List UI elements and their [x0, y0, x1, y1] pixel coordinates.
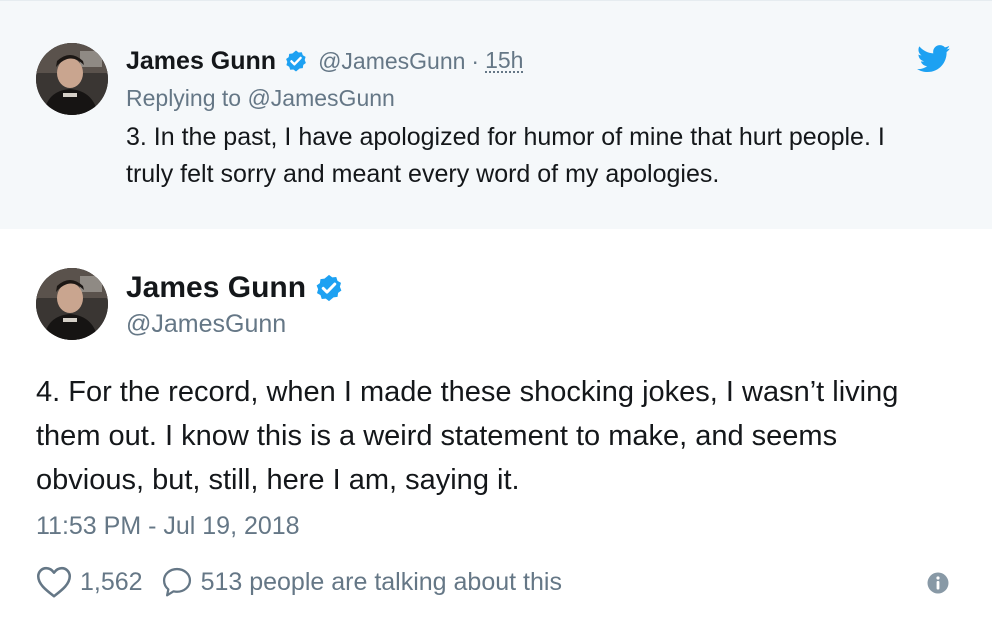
- verified-badge-icon: [314, 273, 344, 303]
- author-handle[interactable]: @JamesGunn: [318, 48, 465, 75]
- replying-to[interactable]: Replying to @JamesGunn: [126, 85, 395, 112]
- avatar[interactable]: [36, 43, 108, 115]
- tweet-time-link[interactable]: 15h: [485, 49, 524, 73]
- parent-tweet-text: 3. In the past, I have apologized for hu…: [126, 123, 885, 188]
- tweet-embed: James Gunn @JamesGunn · 15h Replying to …: [0, 0, 992, 622]
- author-name[interactable]: James Gunn: [126, 271, 306, 305]
- talking-count: 513 people are talking about this: [200, 567, 562, 596]
- avatar[interactable]: [36, 268, 108, 340]
- verified-badge-icon: [284, 49, 308, 73]
- twitter-bird-icon[interactable]: [917, 45, 951, 73]
- tweet-timestamp-link[interactable]: 11:53 PM - Jul 19, 2018: [36, 512, 300, 541]
- conversation-link[interactable]: 513 people are talking about this: [161, 566, 562, 598]
- main-header: James Gunn: [126, 270, 344, 306]
- speech-bubble-icon: [162, 567, 191, 597]
- avatar-photo: [36, 268, 108, 340]
- parent-tweet[interactable]: James Gunn @JamesGunn · 15h Replying to …: [0, 0, 992, 229]
- author-name[interactable]: James Gunn: [126, 47, 276, 76]
- author-handle[interactable]: @JamesGunn: [126, 310, 286, 339]
- avatar-photo: [36, 43, 108, 115]
- info-icon[interactable]: [927, 572, 949, 594]
- main-tweet-text: 4. For the record, when I made these sho…: [36, 376, 899, 496]
- like-count: 1,562: [80, 567, 143, 596]
- heart-icon: [36, 566, 72, 598]
- tweet-actions: 1,562 513 people are talking about this: [36, 562, 562, 602]
- like-button[interactable]: 1,562: [36, 565, 143, 599]
- separator-dot: ·: [471, 47, 480, 74]
- parent-header: James Gunn @JamesGunn · 15h: [126, 45, 524, 77]
